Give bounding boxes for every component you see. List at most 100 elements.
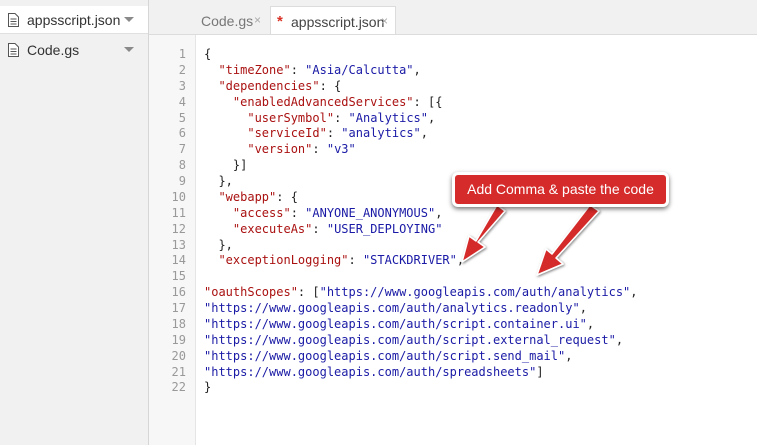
json-key: "executeAs" — [232, 221, 313, 236]
json-punctuation — [204, 63, 218, 77]
json-punctuation: , — [413, 62, 421, 77]
code-line[interactable]: 20 "https://www.googleapis.com/auth/scrip… — [149, 348, 757, 364]
json-punctuation: , — [565, 348, 573, 363]
code-line[interactable]: 15 — [149, 268, 757, 284]
line-number: 18 — [171, 316, 186, 331]
code-line[interactable]: 13 }, — [149, 237, 757, 253]
line-number: 20 — [171, 348, 186, 363]
code-line[interactable]: 3 "dependencies": { — [149, 78, 757, 94]
code-line[interactable]: 11 "access": "ANYONE_ANONYMOUS", — [149, 205, 757, 221]
json-punctuation — [204, 126, 247, 140]
code-text: { — [204, 46, 211, 62]
json-punctuation: }, — [204, 174, 233, 189]
json-key: "oauthScopes" — [204, 285, 298, 300]
json-key: "dependencies" — [218, 78, 320, 93]
json-string: "STACKDRIVER" — [362, 253, 457, 268]
line-number: 8 — [178, 158, 186, 173]
line-number: 19 — [171, 332, 186, 347]
line-number: 14 — [171, 253, 186, 268]
line-number: 7 — [178, 142, 186, 157]
json-punctuation: , — [579, 301, 587, 316]
json-punctuation: , — [428, 110, 436, 125]
sidebar-item-code-gs[interactable]: Code.gs — [0, 36, 148, 64]
json-punctuation: : — [334, 110, 349, 125]
close-icon[interactable]: × — [381, 14, 388, 28]
code-line[interactable]: 17 "https://www.googleapis.com/auth/analy… — [149, 300, 757, 316]
json-punctuation — [204, 95, 233, 109]
code-text: "https://www.googleapis.com/auth/spreads… — [204, 364, 544, 380]
tab-label: appsscript.json — [291, 14, 385, 30]
line-number: 2 — [178, 62, 186, 77]
json-punctuation: : — [312, 221, 327, 236]
json-punctuation: : [{ — [413, 94, 443, 109]
code-line[interactable]: 4 "enabledAdvancedServices": [{ — [149, 94, 757, 110]
json-punctuation: : { — [276, 189, 298, 204]
json-punctuation: { — [204, 47, 212, 61]
json-string: "https://www.googleapis.com/auth/script.… — [204, 348, 566, 363]
file-sidebar: appsscript.json Code.gs — [0, 0, 149, 445]
line-number: 6 — [178, 126, 186, 141]
json-key: "webapp" — [218, 189, 277, 204]
json-key: "access" — [232, 205, 291, 220]
code-text: "exceptionLogging": "STACKDRIVER", — [204, 252, 464, 268]
line-number: 1 — [178, 47, 186, 61]
json-string: "https://www.googleapis.com/auth/analyti… — [319, 285, 631, 300]
code-line[interactable]: 22} — [149, 379, 757, 395]
json-punctuation: , — [586, 316, 595, 331]
code-line[interactable]: 18 "https://www.googleapis.com/auth/scrip… — [149, 316, 757, 332]
line-number: 11 — [171, 205, 186, 220]
json-punctuation: : — [290, 205, 306, 220]
code-text: "oauthScopes": ["https://www.googleapis.… — [204, 284, 638, 300]
code-editor[interactable]: 1{2 "timeZone": "Asia/Calcutta", 3 "depen… — [149, 35, 757, 445]
tab-appsscript-json[interactable]: * appsscript.json × — [270, 6, 396, 34]
file-icon — [8, 13, 19, 27]
json-string: "https://www.googleapis.com/auth/analyti… — [204, 301, 580, 316]
tab-label: Code.gs — [201, 13, 254, 29]
json-punctuation — [204, 142, 247, 156]
code-line[interactable]: 14 "exceptionLogging": "STACKDRIVER", — [149, 252, 757, 268]
json-punctuation: : [ — [297, 285, 320, 300]
code-text: "dependencies": { — [204, 78, 341, 94]
code-line[interactable]: 8 }] — [149, 157, 757, 173]
code-line[interactable]: 7 "version": "v3" — [149, 141, 757, 157]
code-text: }, — [204, 237, 233, 253]
chevron-down-icon[interactable] — [124, 17, 134, 22]
json-punctuation — [204, 222, 233, 236]
tab-code-gs[interactable]: Code.gs × — [195, 6, 267, 34]
line-number: 10 — [171, 189, 186, 204]
json-key: "exceptionLogging" — [218, 253, 349, 268]
code-line[interactable]: 21 "https://www.googleapis.com/auth/sprea… — [149, 364, 757, 380]
code-text: "userSymbol": "Analytics", — [204, 110, 435, 126]
sidebar-item-appsscript-json[interactable]: appsscript.json — [0, 6, 148, 34]
code-line[interactable]: 12 "executeAs": "USER_DEPLOYING" — [149, 221, 757, 237]
line-number: 13 — [171, 237, 186, 252]
close-icon[interactable]: × — [254, 13, 261, 27]
code-text: "https://www.googleapis.com/auth/script.… — [204, 332, 623, 348]
json-punctuation: , — [435, 205, 443, 220]
json-punctuation: , — [630, 285, 638, 300]
code-text: "executeAs": "USER_DEPLOYING" — [204, 221, 443, 237]
line-number: 4 — [178, 94, 186, 109]
code-line[interactable]: 19 "https://www.googleapis.com/auth/scrip… — [149, 332, 757, 348]
code-line[interactable]: 2 "timeZone": "Asia/Calcutta", — [149, 62, 757, 78]
line-number: 17 — [171, 301, 186, 316]
json-punctuation: : — [348, 253, 363, 268]
code-text: "serviceId": "analytics", — [204, 125, 428, 141]
json-punctuation: } — [204, 380, 212, 395]
json-punctuation — [204, 190, 218, 204]
code-text: }, — [204, 173, 233, 189]
line-number: 5 — [178, 110, 186, 125]
json-key: "serviceId" — [247, 126, 327, 141]
code-line[interactable]: 6 "serviceId": "analytics", — [149, 125, 757, 141]
json-string: "v3" — [326, 142, 356, 157]
chevron-down-icon[interactable] — [124, 47, 134, 52]
code-line[interactable]: 5 "userSymbol": "Analytics", — [149, 110, 757, 126]
json-punctuation: , — [456, 253, 465, 268]
code-line[interactable]: 16 "oauthScopes": ["https://www.googleapi… — [149, 284, 757, 300]
code-text: "enabledAdvancedServices": [{ — [204, 94, 443, 110]
json-punctuation: }, — [204, 237, 233, 252]
sidebar-item-label: appsscript.json — [27, 12, 121, 28]
json-punctuation: , — [420, 126, 429, 141]
code-text: "access": "ANYONE_ANONYMOUS", — [204, 205, 443, 221]
code-line[interactable]: 1{ — [149, 46, 757, 62]
